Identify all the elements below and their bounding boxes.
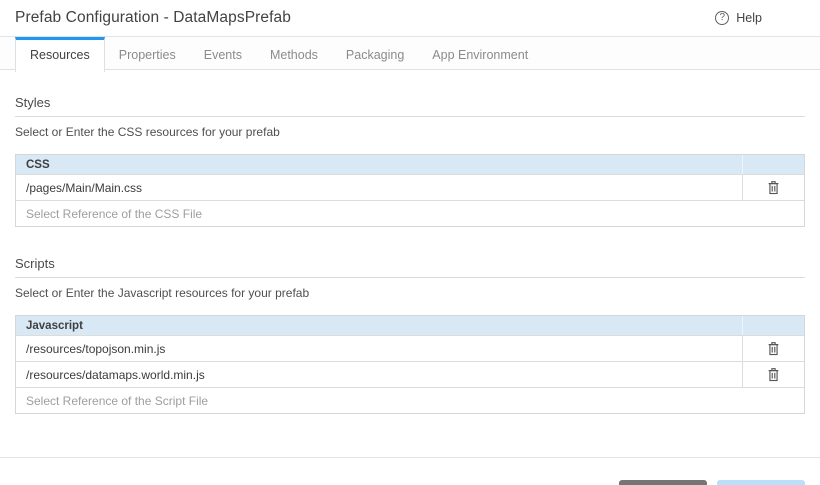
- tab-properties[interactable]: Properties: [105, 37, 190, 69]
- table-row: /pages/Main/Main.css: [16, 174, 804, 200]
- scripts-section-subtitle: Select or Enter the Javascript resources…: [15, 286, 805, 300]
- script-row-actions: [742, 362, 804, 387]
- css-resource-value[interactable]: /pages/Main/Main.css: [16, 175, 742, 200]
- tab-bar: Resources Properties Events Methods Pack…: [0, 37, 820, 70]
- delete-css-resource-button[interactable]: [765, 178, 782, 197]
- tab-app-environment[interactable]: App Environment: [418, 37, 542, 69]
- tab-methods[interactable]: Methods: [256, 37, 332, 69]
- script-resource-value[interactable]: /resources/topojson.min.js: [16, 336, 742, 361]
- tab-packaging[interactable]: Packaging: [332, 37, 418, 69]
- script-reference-input[interactable]: Select Reference of the Script File: [16, 387, 804, 413]
- css-row-actions: [742, 175, 804, 200]
- script-resources-table: Javascript /resources/topojson.min.js /r…: [15, 315, 805, 414]
- tab-resources[interactable]: Resources: [15, 37, 105, 72]
- footer-actions: Cancel Save: [0, 458, 820, 485]
- dialog-header: Prefab Configuration - DataMapsPrefab ? …: [0, 0, 820, 37]
- resources-panel: Styles Select or Enter the CSS resources…: [0, 95, 820, 414]
- help-button[interactable]: ? Help: [715, 11, 762, 25]
- page-title: Prefab Configuration - DataMapsPrefab: [15, 9, 715, 27]
- trash-icon: [767, 341, 780, 356]
- help-question-icon: ?: [715, 11, 729, 25]
- css-table-header-row: CSS: [16, 155, 804, 174]
- tab-events[interactable]: Events: [190, 37, 256, 69]
- delete-script-resource-button[interactable]: [765, 365, 782, 384]
- cancel-button[interactable]: Cancel: [619, 480, 707, 485]
- table-row: /resources/datamaps.world.min.js: [16, 361, 804, 387]
- script-row-actions: [742, 336, 804, 361]
- trash-icon: [767, 180, 780, 195]
- javascript-column-header: Javascript: [16, 316, 742, 335]
- styles-section-subtitle: Select or Enter the CSS resources for yo…: [15, 125, 805, 139]
- script-action-column-header: [742, 316, 804, 335]
- css-resources-table: CSS /pages/Main/Main.css Select Referenc…: [15, 154, 805, 227]
- script-table-header-row: Javascript: [16, 316, 804, 335]
- table-row: /resources/topojson.min.js: [16, 335, 804, 361]
- trash-icon: [767, 367, 780, 382]
- css-action-column-header: [742, 155, 804, 174]
- delete-script-resource-button[interactable]: [765, 339, 782, 358]
- css-column-header: CSS: [16, 155, 742, 174]
- save-button[interactable]: Save: [717, 480, 805, 485]
- styles-section-heading: Styles: [15, 95, 805, 117]
- scripts-section-heading: Scripts: [15, 256, 805, 278]
- css-reference-input[interactable]: Select Reference of the CSS File: [16, 200, 804, 226]
- script-resource-value[interactable]: /resources/datamaps.world.min.js: [16, 362, 742, 387]
- help-label: Help: [736, 11, 762, 25]
